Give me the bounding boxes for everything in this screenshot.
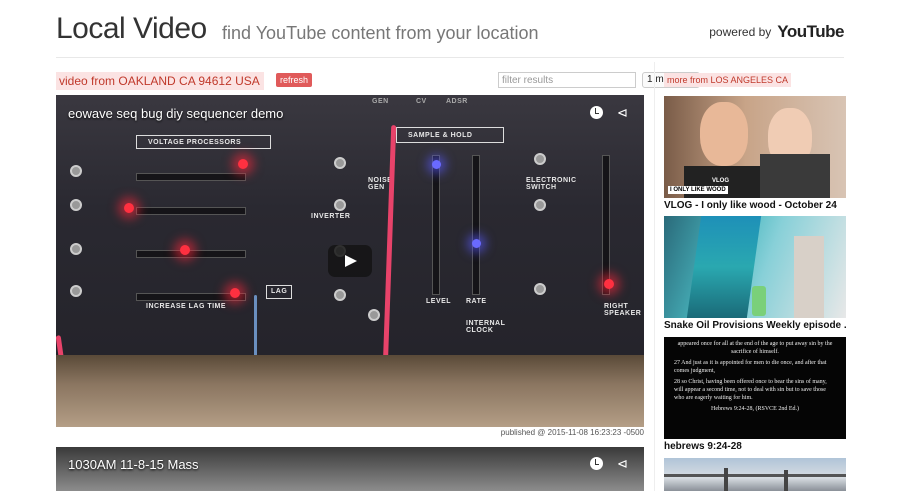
panel-label-inverter: INVERTER (311, 213, 351, 220)
youtube-logo: YouTube (777, 22, 844, 41)
panel-label-voltage: VOLTAGE PROCESSORS (148, 139, 242, 146)
thumbnail-figure (794, 236, 824, 318)
sidebar-thumbnail[interactable] (664, 458, 846, 491)
sidebar-location-label: more from LOS ANGELES CA (664, 73, 792, 87)
thumbnail-shirt (760, 154, 830, 198)
site-tagline: find YouTube content from your location (222, 23, 539, 43)
blue-led (432, 160, 441, 169)
thumbnail-overlay-small: VLOG (712, 178, 730, 184)
published-timestamp: published @ 2015-11-08 16:23:23 -0500 (500, 428, 644, 437)
panel-label-cv: CV (416, 98, 427, 105)
red-led (238, 159, 248, 169)
slider-track (136, 250, 246, 258)
thumbnail-structure (724, 468, 728, 491)
thumbnail-overlay: I ONLY LIKE WOOD (668, 186, 728, 194)
panel-label-lag: INCREASE LAG TIME (146, 303, 227, 310)
jack (70, 165, 82, 177)
panel-label-rate: RATE (466, 298, 487, 305)
scripture-text: 28 so Christ, having been offered once t… (674, 379, 827, 401)
watch-later-clock-icon[interactable] (590, 457, 603, 470)
wood-surface (56, 355, 644, 427)
thumbnail-structure (784, 470, 788, 491)
video-thumbnail: GEN CV ADSR VOLTAGE PROCESSORS SAMPLE & … (56, 95, 644, 427)
site-title[interactable]: Local Video (56, 12, 207, 46)
jack (534, 153, 546, 165)
red-led (230, 288, 240, 298)
refresh-button[interactable]: refresh (276, 73, 313, 87)
sidebar-divider (654, 62, 655, 491)
scripture-text: 27 And just as it is appointed for men t… (674, 360, 827, 374)
sidebar-thumbnail[interactable]: VLOG I ONLY LIKE WOOD (664, 96, 846, 198)
sidebar-caption[interactable]: hebrews 9:24-28 (664, 441, 846, 452)
share-icon[interactable]: ⊲ (616, 106, 629, 119)
jack (334, 157, 346, 169)
second-video-player[interactable]: 1030AM 11-8-15 Mass ⊲ (56, 447, 644, 491)
slider-track (432, 155, 440, 295)
powered-by-text: powered by (709, 25, 772, 39)
watch-later-clock-icon[interactable] (590, 106, 603, 119)
slider-track (136, 207, 246, 215)
panel-label-gen: GEN (372, 98, 389, 105)
jack (70, 285, 82, 297)
panel-label-speaker: RIGHT SPEAKER (604, 303, 642, 317)
red-led (604, 279, 614, 289)
panel-label-clock: INTERNAL CLOCK (466, 320, 506, 334)
sidebar-thumbnail[interactable] (664, 216, 846, 318)
slider-track (602, 155, 610, 295)
sidebar-caption[interactable]: VLOG - I only like wood - October 24 (664, 200, 846, 211)
jack (368, 309, 380, 321)
powered-by[interactable]: powered by YouTube (709, 22, 844, 42)
main-video-player[interactable]: GEN CV ADSR VOLTAGE PROCESSORS SAMPLE & … (56, 95, 644, 427)
blue-led (472, 239, 481, 248)
slider-track (472, 155, 480, 295)
site-header: Local Video find YouTube content from yo… (56, 12, 844, 58)
panel-label-level: LEVEL (426, 298, 452, 305)
panel-label-switch: ELECTRONIC SWITCH (526, 177, 577, 191)
panel-label-lag-box: LAG (271, 288, 288, 295)
sidebar-thumbnail[interactable]: appeared once for all at the end of the … (664, 337, 846, 439)
scripture-reference: Hebrews 9:24-28, (RSVCE 2nd Ed.) (711, 406, 799, 412)
filter-input[interactable] (498, 72, 636, 88)
share-icon[interactable]: ⊲ (616, 457, 629, 470)
jack (334, 199, 346, 211)
video-title[interactable]: 1030AM 11-8-15 Mass (68, 457, 199, 472)
location-label: video from OAKLAND CA 94612 USA (56, 72, 264, 90)
thumbnail-figure (686, 216, 762, 318)
slider-track (136, 173, 246, 181)
jack (70, 199, 82, 211)
thumbnail-person (700, 102, 748, 166)
scripture-text: appeared once for all at the end of the … (677, 341, 833, 355)
panel-label-sample: SAMPLE & HOLD (408, 132, 473, 139)
panel-label-adsr: ADSR (446, 98, 468, 105)
thumbnail-bottle (752, 286, 766, 316)
red-led (124, 203, 134, 213)
jack (70, 243, 82, 255)
jack (334, 289, 346, 301)
location-bar: video from OAKLAND CA 94612 USA refresh … (56, 72, 700, 90)
jack (534, 199, 546, 211)
red-led (180, 245, 190, 255)
jack (534, 283, 546, 295)
video-title[interactable]: eowave seq bug diy sequencer demo (68, 106, 283, 121)
play-icon[interactable] (328, 245, 372, 277)
thumbnail-structure (664, 474, 846, 477)
sidebar-caption[interactable]: Snake Oil Provisions Weekly episode ... (664, 320, 846, 331)
